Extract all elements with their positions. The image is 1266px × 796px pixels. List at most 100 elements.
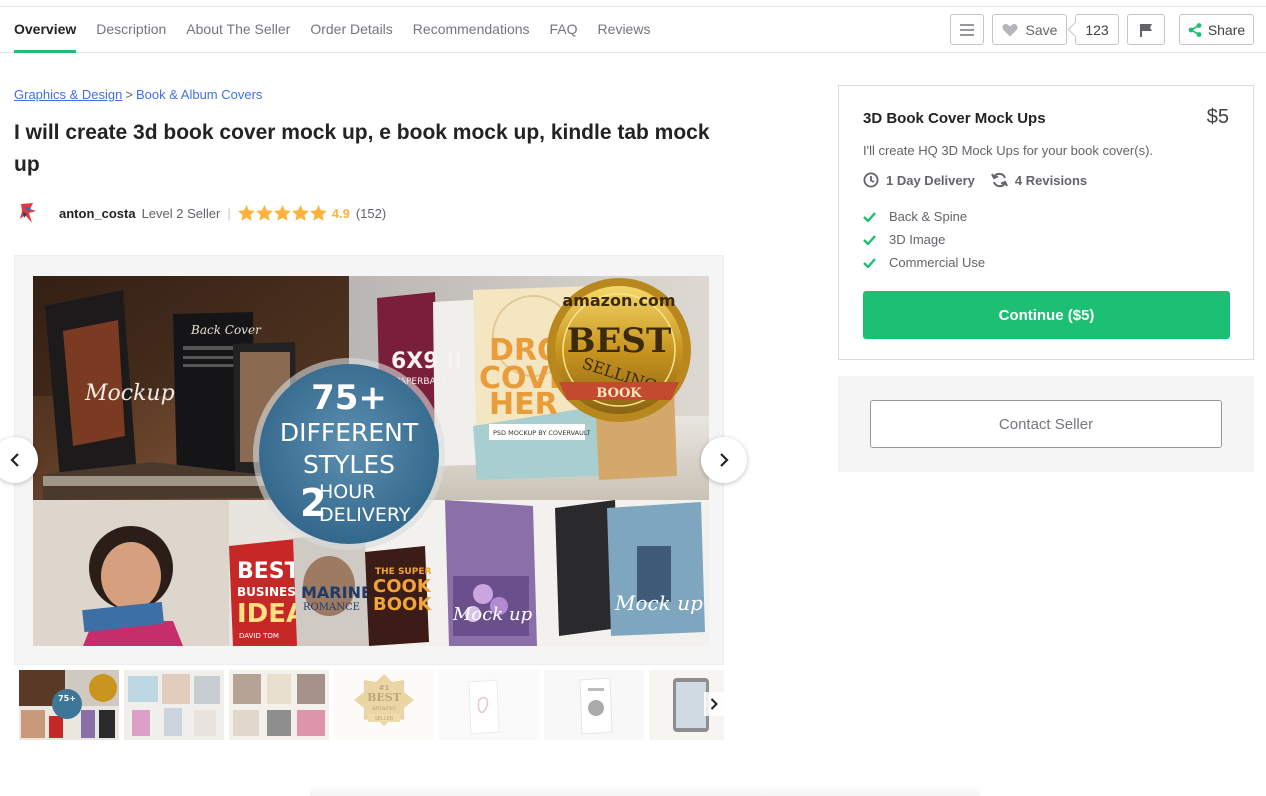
check-icon [863,234,889,245]
save-count: 123 [1075,14,1119,45]
check-icon [863,257,889,268]
promo-styles: STYLES [303,450,395,479]
feature-label: Back & Spine [889,209,968,224]
breadcrumb-separator: > [125,87,133,102]
tab-description[interactable]: Description [96,7,166,53]
package-features: Back & Spine 3D Image Commercial Use [863,205,985,274]
promo-different: DIFFERENT [280,418,419,447]
gig-gallery: Mockup Back Cover 6X9 II PAPERBACK DRO C… [14,255,724,665]
tab-about-the-seller[interactable]: About The Seller [186,7,290,53]
thumb-promo-count: 75+ [58,694,76,703]
thumbnails-next-button[interactable] [704,692,724,716]
thumb-badge-best: BEST [367,691,402,704]
save-label: Save [1025,21,1058,38]
gallery-next-button[interactable] [701,437,747,483]
gallery-main-image[interactable]: Mockup Back Cover 6X9 II PAPERBACK DRO C… [33,276,709,646]
book-text-best: BEST [237,559,300,584]
star-icon [237,205,255,221]
package-description: I'll create HQ 3D Mock Ups for your book… [863,143,1154,158]
gallery-thumbnail[interactable] [544,670,644,740]
hamburger-icon [960,23,974,36]
feature-label: Commercial Use [889,255,986,270]
package-price: $5 [1206,106,1229,128]
package-meta: 1 Day Delivery 4 Revisions [863,172,1087,188]
share-label: Share [1207,21,1246,38]
book-text-author: DAVID TOM [239,632,279,640]
tab-faq[interactable]: FAQ [550,7,578,53]
star-icon [273,205,291,221]
seller-divider: | [227,205,231,221]
book-text-mockup-2: Mock up [452,604,533,625]
badge-best: BEST [567,321,672,361]
gig-actions: Save 123 Share [950,14,1254,45]
share-icon [1188,22,1202,37]
promo-count: 75+ [311,378,387,418]
gallery-thumbnail[interactable] [439,670,539,740]
chevron-right-icon [710,698,718,710]
flag-icon [1140,23,1152,37]
check-icon [863,211,889,222]
promo-hour: HOUR [319,481,375,503]
feature-item: Back & Spine [863,205,985,228]
gallery-thumbnails: 75+ #1 BEST amazon SELLER [19,670,724,740]
promo-circle: 75+ DIFFERENT STYLES 2 HOUR DELIVERY [253,358,445,550]
gallery-thumbnail[interactable]: #1 BEST amazon SELLER [334,670,434,740]
package-name: 3D Book Cover Mock Ups [863,110,1046,127]
breadcrumb-category-link[interactable]: Graphics & Design [14,87,122,102]
star-icon [309,205,327,221]
book-text-marine: MARINE [301,583,372,602]
thumb-badge-seller: SELLER [375,716,394,722]
promo-delivery: DELIVERY [319,504,411,526]
breadcrumb: Graphics & Design > Book & Album Covers [14,87,262,102]
share-button[interactable]: Share [1179,14,1254,45]
report-button[interactable] [1127,14,1165,45]
save-button[interactable]: Save [992,14,1067,45]
book-text-here: HER [489,387,558,422]
tab-reviews[interactable]: Reviews [598,7,651,53]
book-text-back-cover: Back Cover [190,323,262,337]
tab-overview[interactable]: Overview [14,7,77,53]
book-text-romance: ROMANCE [303,602,360,613]
rating-count-link[interactable]: (152) [356,206,386,221]
star-rating [237,205,327,221]
contact-seller-panel: Contact Seller [838,376,1254,472]
continue-button[interactable]: Continue ($5) [863,291,1230,339]
page-bottom-shadow [310,786,980,796]
gig-title: I will create 3d book cover mock up, e b… [14,121,710,176]
gig-nav-bar: Overview Description About The Seller Or… [0,6,1266,53]
chevron-left-icon [10,453,19,467]
book-text-mockup: Mockup [84,381,175,406]
tab-order-details[interactable]: Order Details [310,7,392,53]
gallery-thumbnail[interactable] [229,670,329,740]
breadcrumb-subcategory-link[interactable]: Book & Album Covers [136,87,262,102]
clock-icon [863,172,879,188]
delivery-time: 1 Day Delivery [886,172,975,188]
book-text-6x9: 6X9 II [391,349,463,374]
feature-item: 3D Image [863,228,985,251]
seller-avatar[interactable] [14,199,42,227]
book-text-mockup-3: Mock up [614,591,703,615]
menu-button[interactable] [950,14,984,45]
contact-seller-button[interactable]: Contact Seller [870,400,1222,448]
thumb-badge-amazon: amazon [372,705,396,712]
book-text-book: BOOK [373,594,432,615]
star-icon [255,205,273,221]
gallery-thumbnail[interactable] [124,670,224,740]
gallery-thumbnail[interactable]: 75+ [19,670,119,740]
badge-amazon: amazon.com [562,291,675,310]
star-icon [291,205,309,221]
best-selling-badge: amazon.com BEST SELLING BOOK [547,278,691,422]
package-card: 3D Book Cover Mock Ups $5 I'll create HQ… [838,85,1254,360]
heart-icon [1002,23,1018,36]
seller-name-link[interactable]: anton_costa [59,206,136,221]
book-text-psd: PSD MOCKUP BY COVERVAULT [493,429,591,437]
tab-recommendations[interactable]: Recommendations [413,7,530,53]
feature-label: 3D Image [889,232,946,247]
rating-score: 4.9 [331,205,350,221]
chevron-right-icon [720,453,729,467]
gig-tabs: Overview Description About The Seller Or… [14,7,670,53]
seller-overview: anton_costa Level 2 Seller | 4.9 (152) [14,198,386,228]
seller-level: Level 2 Seller [141,205,221,221]
revisions-count: 4 Revisions [1014,172,1088,188]
badge-book: BOOK [596,386,642,401]
